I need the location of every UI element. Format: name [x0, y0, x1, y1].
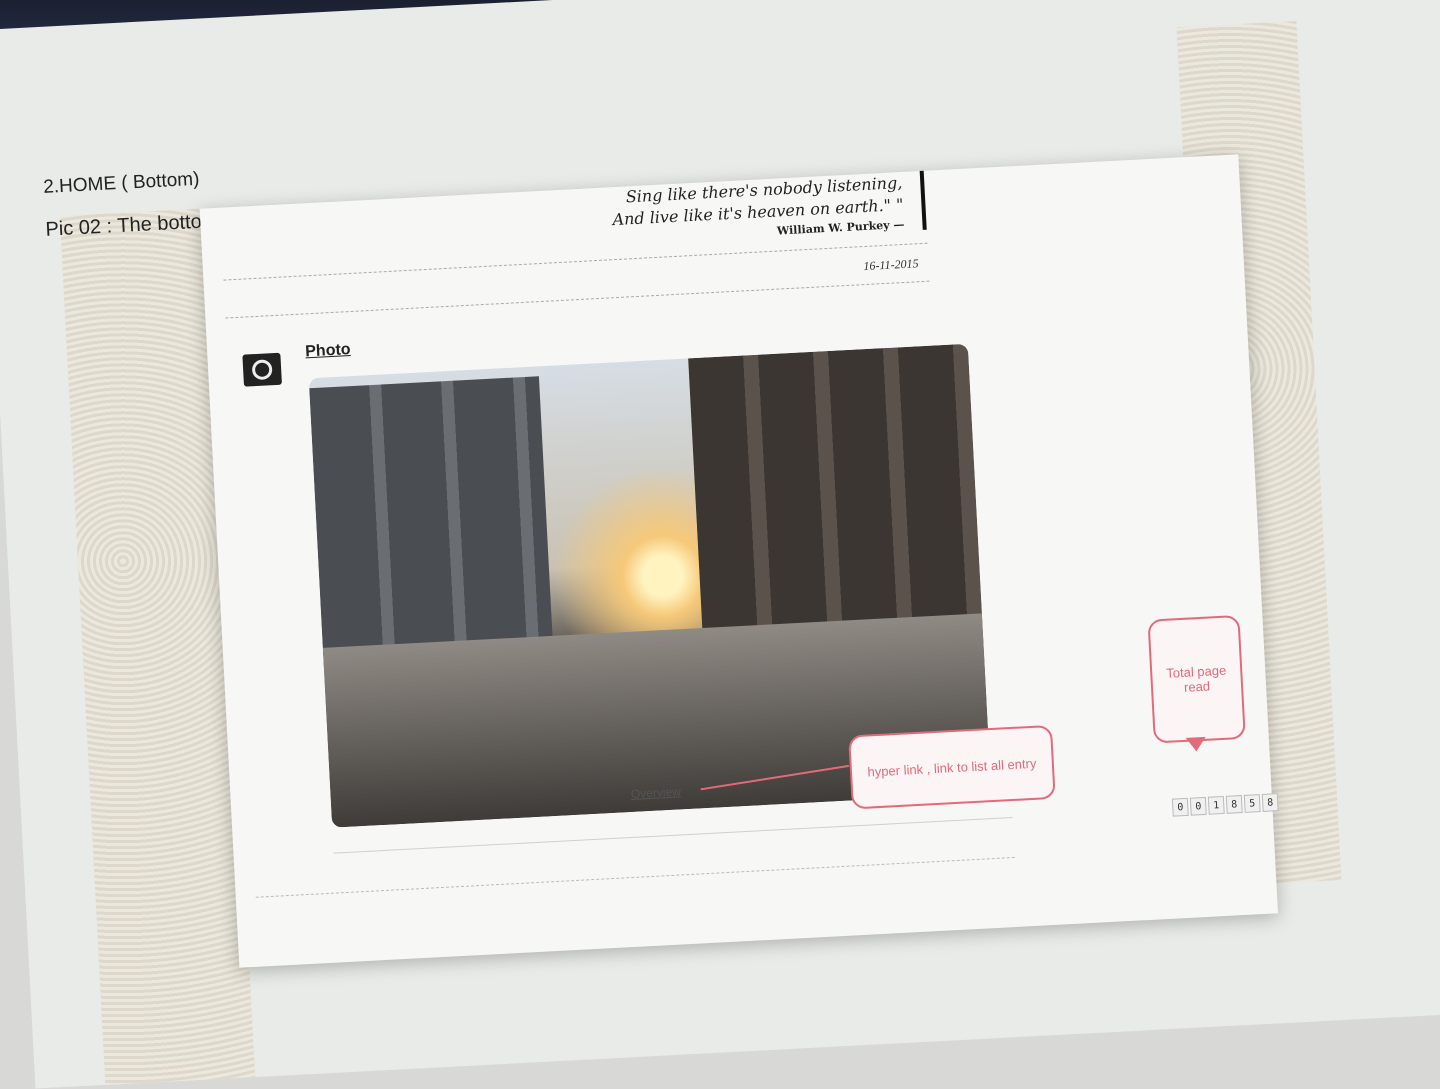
- callout-tail: [1185, 736, 1207, 752]
- counter-digit: 0: [1189, 796, 1207, 816]
- screen: 2.HOME ( Bottom) Pic 02 : The bottom of …: [0, 0, 1440, 1089]
- annotation-counter-note: Total page read: [1165, 662, 1227, 695]
- counter-digit: 5: [1243, 794, 1261, 813]
- divider: [333, 817, 1013, 854]
- home-page-card: Sing like there's nobody listening, And …: [199, 154, 1279, 968]
- page-read-counter: 0 0 1 8 5 8: [1171, 793, 1279, 817]
- annotation-link-note: hyper link , link to list all entry: [867, 755, 1037, 780]
- annotation-callout-counter: Total page read: [1147, 614, 1246, 744]
- photo-building-left: [309, 376, 554, 668]
- photo-category-link[interactable]: Photo: [305, 341, 351, 361]
- post-date: 16-11-2015: [863, 256, 919, 274]
- annotation-callout-link: hyper link , link to list all entry: [848, 724, 1056, 810]
- section-title: 2.HOME ( Bottom): [42, 168, 200, 198]
- camera-icon: [242, 352, 282, 387]
- counter-digit: 8: [1261, 793, 1279, 812]
- overview-link[interactable]: Overview: [631, 784, 682, 801]
- divider: [255, 856, 1015, 898]
- counter-digit: 0: [1171, 797, 1189, 817]
- divider: [225, 280, 930, 319]
- divider: [223, 242, 928, 281]
- counter-digit: 8: [1225, 795, 1243, 814]
- counter-digit: 1: [1207, 795, 1225, 815]
- quote-block: Sing like there's nobody listening, And …: [610, 170, 927, 247]
